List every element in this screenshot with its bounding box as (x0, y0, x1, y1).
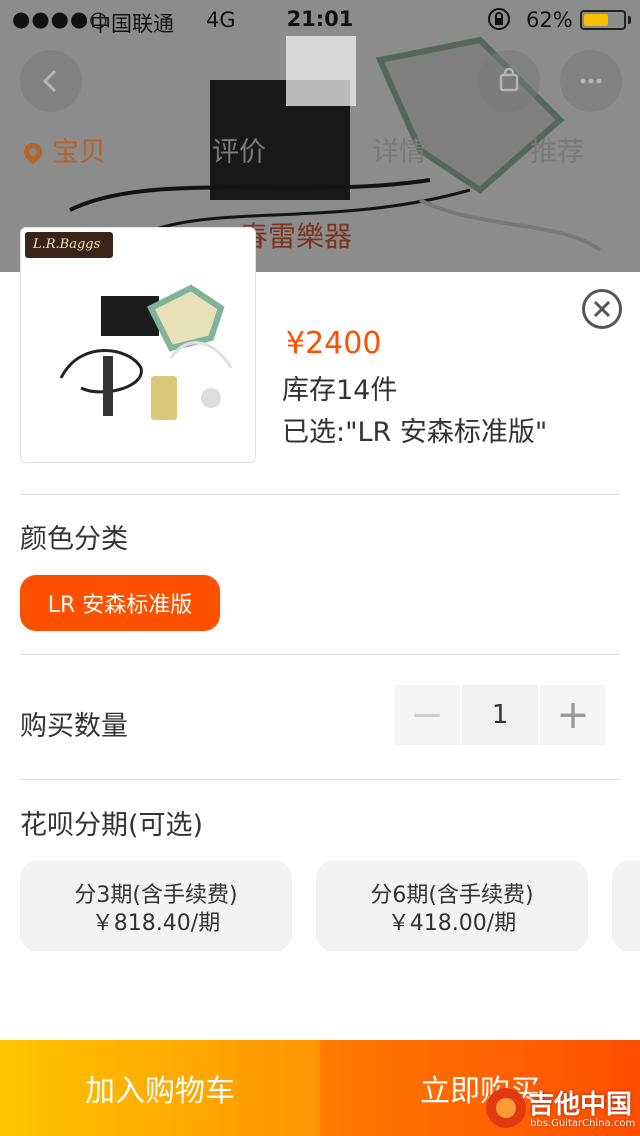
tab-recommend[interactable]: 推荐 (530, 130, 584, 169)
more-button[interactable] (560, 50, 622, 112)
tab-label: 宝贝 (52, 137, 106, 168)
stock-count: 库存14件 (282, 375, 398, 406)
watermark-url: bbs.GuitarChina.com (530, 1118, 636, 1129)
selected-sku: 已选:"LR 安森标准版" (282, 417, 548, 448)
brand-logo: L.R.Baggs (25, 232, 113, 258)
installment-amount: ￥418.00/期 (387, 911, 517, 936)
product-image: L.R.Baggs (20, 227, 256, 463)
location-pin-icon (20, 139, 46, 165)
tab-baobei[interactable]: 宝贝 (20, 130, 106, 169)
battery-percent: 62% (526, 8, 573, 32)
quantity-section-title: 购买数量 (20, 711, 128, 742)
battery-tip (628, 16, 631, 24)
watermark-title: 吉他中国 (528, 1090, 633, 1120)
guitarchina-logo-icon (486, 1088, 526, 1128)
installment-option-6[interactable]: 分6期(含手续费) ￥418.00/期 (316, 861, 588, 951)
site-watermark: 吉他中国 bbs.GuitarChina.com (484, 1082, 640, 1136)
installment-option-partial[interactable] (612, 861, 640, 951)
quantity-stepper: − 1 + (394, 685, 606, 745)
divider (20, 654, 620, 655)
tab-details[interactable]: 详情 (372, 130, 426, 169)
quantity-value[interactable]: 1 (462, 685, 538, 745)
status-bar: ●●●●○ 中国联通 4G 21:01 62% (0, 0, 640, 40)
cart-button[interactable] (478, 50, 540, 112)
color-section-title: 颜色分类 (20, 524, 128, 555)
installment-section-title: 花呗分期(可选) (20, 810, 204, 841)
installment-amount: ￥818.40/期 (91, 911, 221, 936)
back-button[interactable] (20, 50, 82, 112)
tab-reviews[interactable]: 评价 (212, 130, 266, 169)
divider (20, 779, 620, 780)
close-button[interactable] (582, 289, 622, 329)
more-icon (580, 78, 602, 84)
lock-rotation-icon (486, 6, 512, 37)
battery-icon (580, 10, 626, 30)
divider (20, 494, 620, 495)
chevron-left-icon (42, 69, 57, 93)
color-option-lr-anthem-standard[interactable]: LR 安森标准版 (20, 575, 220, 631)
product-photo (21, 228, 255, 462)
add-to-cart-button[interactable]: 加入购物车 (0, 1040, 320, 1136)
product-price: ¥2400 (286, 326, 382, 361)
gallery-thumbnail (286, 36, 356, 106)
battery-level-fill (584, 14, 608, 26)
decrease-quantity-button[interactable]: − (394, 685, 460, 745)
installment-option-3[interactable]: 分3期(含手续费) ￥818.40/期 (20, 861, 292, 951)
cart-icon (499, 67, 519, 92)
page-tabs: 宝贝 评价 详情 推荐 (0, 130, 640, 174)
close-icon (593, 300, 611, 318)
increase-quantity-button[interactable]: + (540, 685, 606, 745)
